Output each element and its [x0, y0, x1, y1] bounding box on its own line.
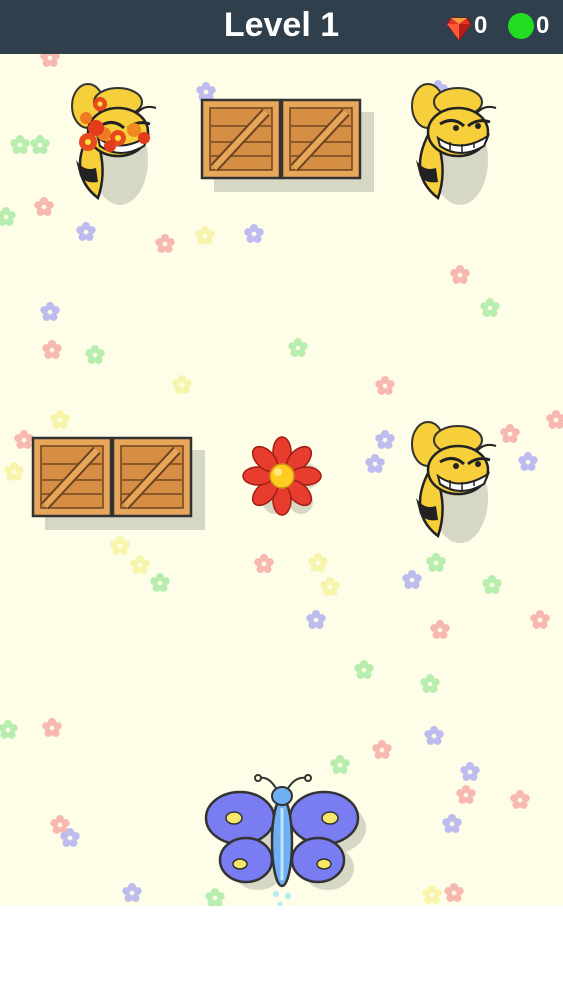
gem-count: 0 [474, 12, 488, 39]
top-bar: Level 1 0 0 [0, 0, 563, 54]
butterfly-player[interactable] [200, 768, 370, 906]
bee-enemy-top-left[interactable] [58, 80, 168, 210]
green-dot-icon [508, 13, 534, 39]
dot-count: 0 [536, 12, 550, 39]
bottom-blank-area [0, 906, 563, 1000]
bee-enemy-top-right[interactable] [398, 80, 508, 210]
bee-enemy-middle-right[interactable] [398, 418, 508, 548]
play-field[interactable] [0, 54, 563, 906]
red-gem-icon [446, 17, 472, 41]
crate-pair-top [200, 98, 374, 192]
crate-pair-middle [31, 436, 205, 530]
game-screen: Level 1 0 0 [0, 0, 563, 1000]
red-flower-pickup[interactable] [238, 434, 334, 530]
